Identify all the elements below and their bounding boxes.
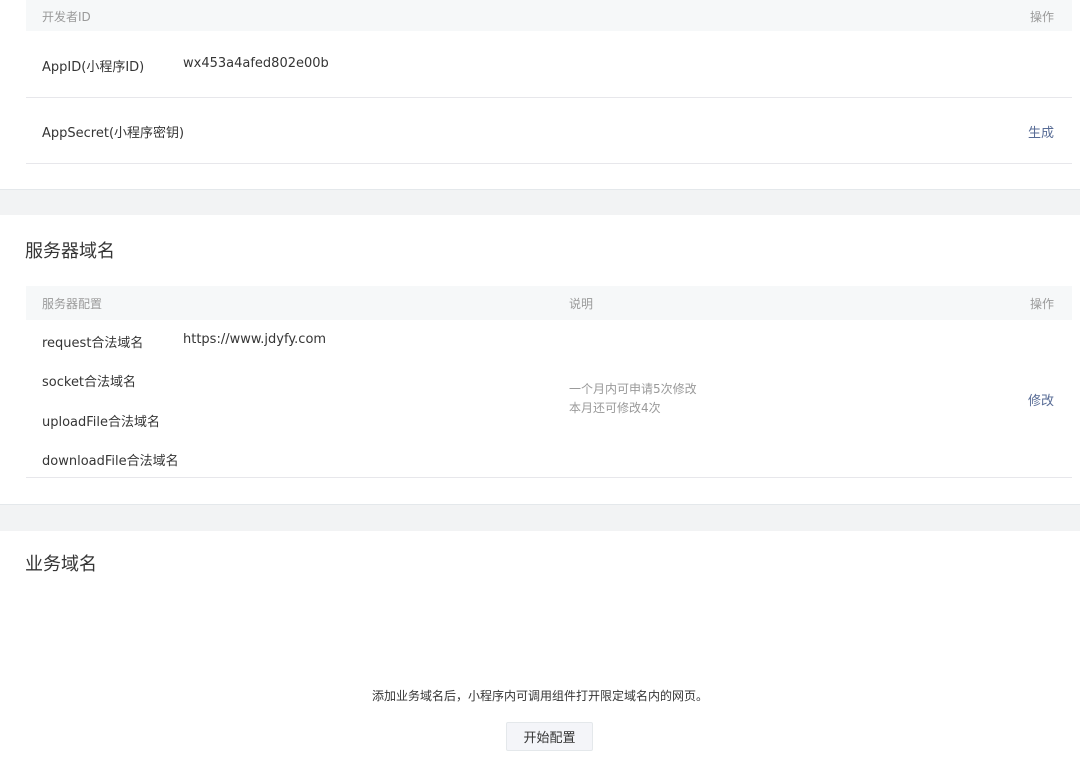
- business-domain-title: 业务域名: [25, 554, 97, 575]
- column-header-description: 说明: [569, 297, 594, 311]
- appid-row: AppID(小程序ID) wx453a4afed802e00b: [26, 31, 1072, 98]
- appsecret-row: AppSecret(小程序密钥) 生成: [26, 98, 1072, 164]
- business-domain-card: 业务域名 添加业务域名后，小程序内可调用组件打开限定域名内的网页。 开始配置: [0, 531, 1080, 769]
- description-line-2: 本月还可修改4次: [569, 401, 661, 415]
- server-domain-table-header: 服务器配置 说明 操作: [26, 286, 1072, 320]
- appid-label: AppID(小程序ID): [42, 60, 145, 75]
- modify-domain-link[interactable]: 修改: [1028, 390, 1054, 409]
- server-domain-card: 服务器域名 服务器配置 说明 操作 request合法域名 https://ww…: [0, 215, 1080, 505]
- request-domain-label: request合法域名: [42, 336, 144, 351]
- column-header-developer-id: 开发者ID: [42, 10, 91, 24]
- generate-secret-link[interactable]: 生成: [1028, 122, 1054, 141]
- server-domain-row: request合法域名 https://www.jdyfy.com socket…: [26, 320, 1072, 478]
- uploadfile-domain-label: uploadFile合法域名: [42, 415, 161, 430]
- column-header-action: 操作: [1029, 297, 1054, 311]
- description-line-1: 一个月内可申请5次修改: [569, 382, 697, 396]
- developer-id-card: 开发者ID 操作 AppID(小程序ID) wx453a4afed802e00b…: [0, 0, 1080, 190]
- server-domain-title: 服务器域名: [25, 241, 115, 262]
- developer-id-table-header: 开发者ID 操作: [26, 0, 1072, 31]
- downloadfile-domain-label: downloadFile合法域名: [42, 454, 179, 469]
- business-domain-empty-text: 添加业务域名后，小程序内可调用组件打开限定域名内的网页。: [371, 689, 708, 703]
- appsecret-label: AppSecret(小程序密钥): [42, 126, 185, 141]
- socket-domain-label: socket合法域名: [42, 375, 137, 390]
- start-config-button[interactable]: 开始配置: [506, 722, 593, 751]
- request-domain-value: https://www.jdyfy.com: [183, 332, 327, 347]
- column-header-action: 操作: [1029, 10, 1054, 24]
- appid-value: wx453a4afed802e00b: [183, 56, 329, 71]
- column-header-server-config: 服务器配置: [42, 297, 103, 311]
